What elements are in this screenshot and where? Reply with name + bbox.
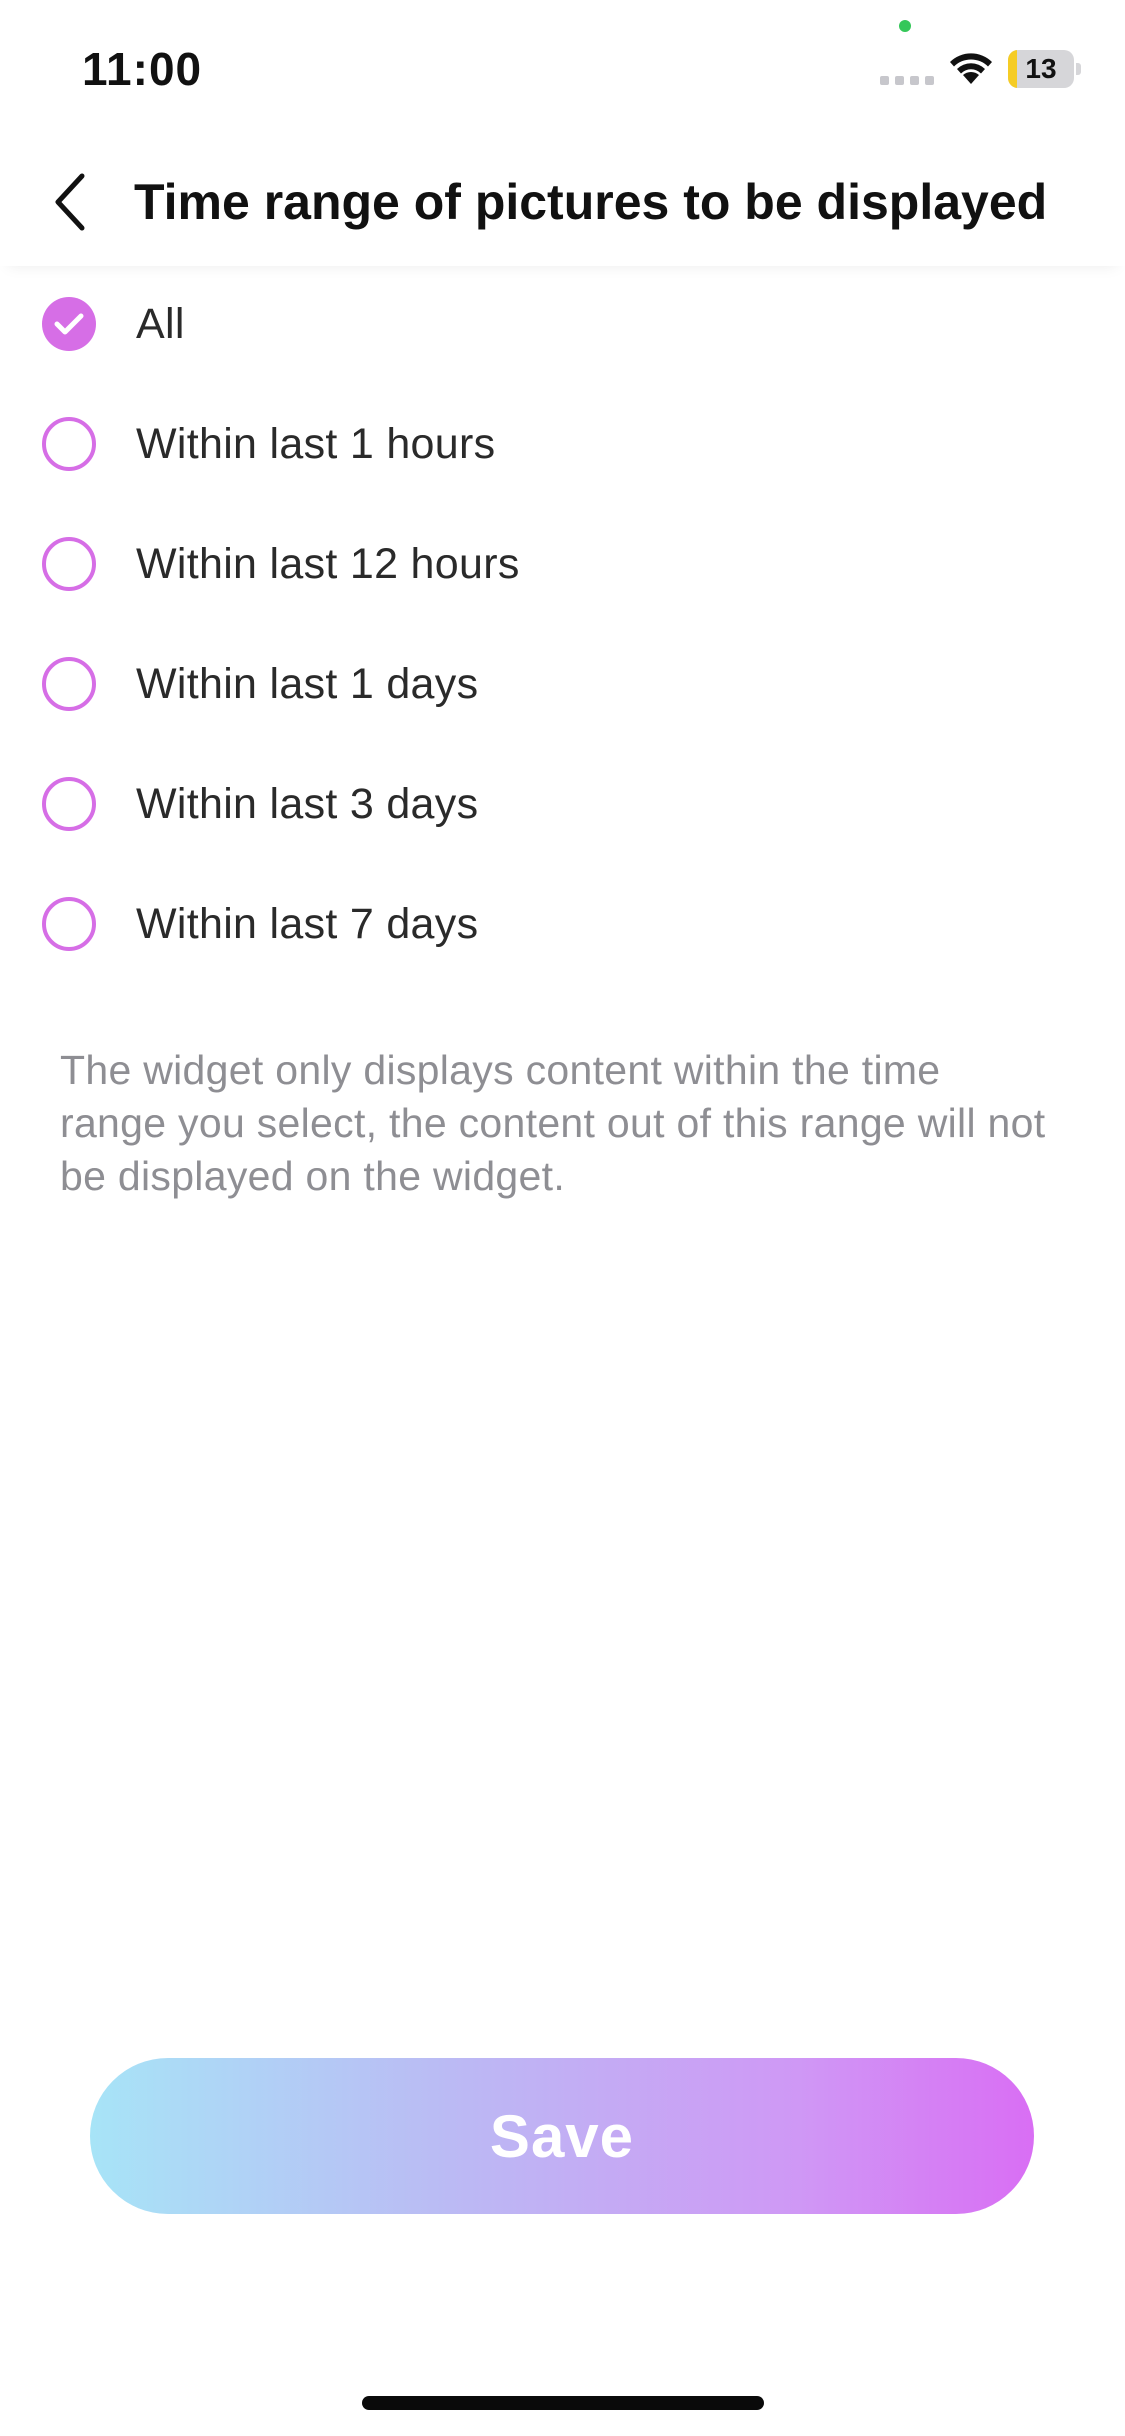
option-label: Within last 7 days bbox=[136, 899, 479, 948]
radio-button[interactable] bbox=[42, 537, 96, 591]
time-range-options: All Within last 1 hours Within last 12 h… bbox=[0, 264, 1125, 984]
status-time: 11:00 bbox=[82, 43, 203, 95]
screen: 11:00 13 Time range of pictures to be di… bbox=[0, 0, 1125, 2436]
battery-icon: 13 bbox=[1008, 50, 1081, 88]
radio-button[interactable] bbox=[42, 417, 96, 471]
wifi-icon bbox=[950, 53, 992, 84]
status-bar: 11:00 13 bbox=[0, 0, 1125, 140]
page-title: Time range of pictures to be displayed bbox=[134, 174, 1048, 230]
battery-level-text: 13 bbox=[1025, 53, 1057, 84]
radio-button[interactable] bbox=[42, 777, 96, 831]
chevron-left-icon bbox=[55, 173, 85, 231]
option-last-1-days[interactable]: Within last 1 days bbox=[0, 624, 1125, 744]
back-button[interactable] bbox=[30, 162, 110, 242]
save-button[interactable]: Save bbox=[90, 2058, 1034, 2214]
radio-button[interactable] bbox=[42, 297, 96, 351]
option-last-1-hours[interactable]: Within last 1 hours bbox=[0, 384, 1125, 504]
option-label: Within last 1 hours bbox=[136, 419, 496, 468]
privacy-indicator-dot bbox=[899, 20, 911, 32]
option-label: Within last 3 days bbox=[136, 779, 479, 828]
radio-button[interactable] bbox=[42, 657, 96, 711]
home-indicator[interactable] bbox=[362, 2396, 764, 2410]
cellular-signal-icon bbox=[880, 76, 936, 86]
option-last-12-hours[interactable]: Within last 12 hours bbox=[0, 504, 1125, 624]
option-label: All bbox=[136, 299, 185, 348]
option-last-7-days[interactable]: Within last 7 days bbox=[0, 864, 1125, 984]
checkmark-icon bbox=[54, 313, 84, 335]
nav-header: Time range of pictures to be displayed bbox=[0, 140, 1125, 266]
option-label: Within last 12 hours bbox=[136, 539, 520, 588]
option-last-3-days[interactable]: Within last 3 days bbox=[0, 744, 1125, 864]
option-all[interactable]: All bbox=[0, 264, 1125, 384]
radio-button[interactable] bbox=[42, 897, 96, 951]
description-text: The widget only displays content within … bbox=[60, 1047, 1046, 1199]
option-label: Within last 1 days bbox=[136, 659, 479, 708]
